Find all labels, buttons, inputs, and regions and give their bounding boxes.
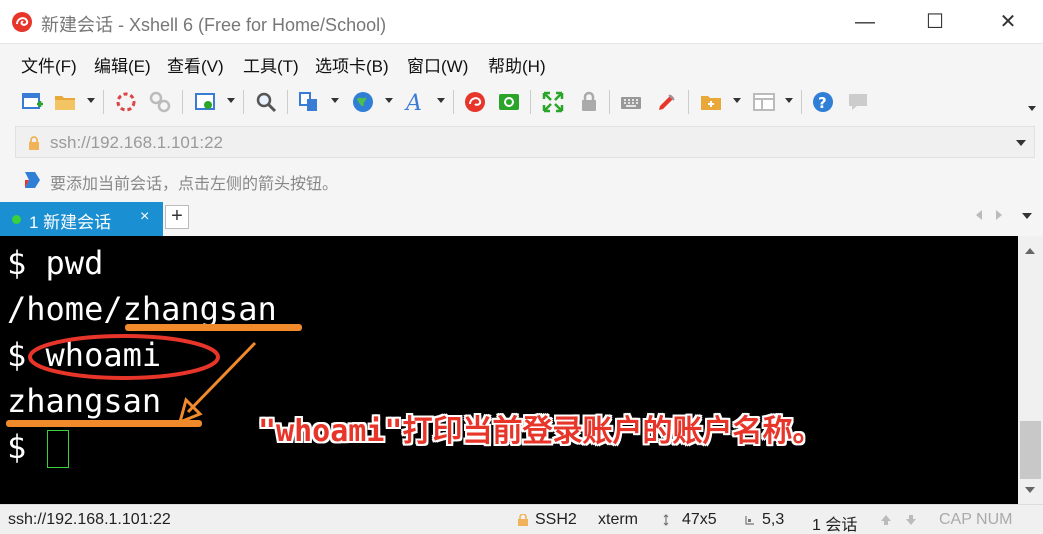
folder-dropdown-icon[interactable] bbox=[733, 98, 741, 103]
lock-icon[interactable] bbox=[577, 90, 601, 114]
toolbar-separator bbox=[453, 90, 454, 114]
padlock-icon bbox=[29, 136, 39, 150]
xftp-icon[interactable] bbox=[497, 90, 521, 114]
tab-bar: 1 新建会话 × + bbox=[0, 198, 1043, 236]
highlight-icon[interactable] bbox=[655, 90, 679, 114]
fullscreen-icon[interactable] bbox=[541, 90, 565, 114]
minimize-button[interactable]: — bbox=[830, 0, 900, 44]
toolbar-separator bbox=[801, 90, 802, 114]
svg-text:A: A bbox=[404, 91, 422, 114]
cursor-position-icon bbox=[745, 516, 754, 525]
close-button[interactable]: ✕ bbox=[973, 0, 1043, 44]
session-up-icon[interactable] bbox=[880, 514, 892, 526]
maximize-button[interactable]: ☐ bbox=[900, 0, 970, 44]
new-folder-icon[interactable] bbox=[699, 90, 723, 114]
annotation-arrow bbox=[186, 341, 257, 414]
status-bar: ssh://192.168.1.101:22 SSH2 xterm 47x5 5… bbox=[0, 504, 1043, 534]
scroll-up-icon[interactable] bbox=[1025, 248, 1035, 254]
address-bar: ssh://192.168.1.101:22 bbox=[0, 122, 1043, 162]
menu-view[interactable]: 查看(V) bbox=[167, 52, 224, 77]
copy-dropdown-icon[interactable] bbox=[331, 98, 339, 103]
status-caps-num: CAP NUM bbox=[939, 511, 1013, 528]
disconnect-icon[interactable] bbox=[148, 90, 172, 114]
menu-bar: 文件(F) 编辑(E) 查看(V) 工具(T) 选项卡(B) 窗口(W) 帮助(… bbox=[0, 44, 1043, 82]
status-cursor-position: 5,3 bbox=[762, 511, 785, 528]
status-terminal-type: xterm bbox=[598, 511, 638, 528]
layout-dropdown-icon[interactable] bbox=[785, 98, 793, 103]
highlight-ellipse bbox=[28, 334, 220, 380]
toolbar-overflow-icon[interactable] bbox=[1028, 106, 1036, 111]
menu-file[interactable]: 文件(F) bbox=[21, 52, 77, 77]
scroll-down-icon[interactable] bbox=[1025, 487, 1035, 493]
status-sessions: 1 会话 bbox=[812, 517, 858, 534]
tab-session-1[interactable]: 1 新建会话 × bbox=[0, 202, 163, 236]
menu-tools[interactable]: 工具(T) bbox=[243, 52, 299, 77]
toolbar: A ? bbox=[0, 82, 1043, 122]
menu-tab[interactable]: 选项卡(B) bbox=[315, 52, 389, 77]
toolbar-separator bbox=[530, 90, 531, 114]
xshell-logo-icon bbox=[12, 12, 32, 32]
help-icon[interactable]: ? bbox=[811, 90, 835, 114]
globe-icon[interactable] bbox=[351, 90, 375, 114]
menu-window[interactable]: 窗口(W) bbox=[407, 52, 468, 77]
menu-edit[interactable]: 编辑(E) bbox=[94, 52, 151, 77]
resize-icon bbox=[663, 514, 669, 526]
toolbar-separator bbox=[182, 90, 183, 114]
session-down-icon[interactable] bbox=[905, 514, 917, 526]
svg-text:?: ? bbox=[818, 94, 827, 112]
menu-help[interactable]: 帮助(H) bbox=[488, 52, 546, 77]
tab-scroll-right-icon[interactable] bbox=[996, 210, 1002, 220]
terminal-scrollbar[interactable] bbox=[1018, 236, 1043, 504]
status-protocol: SSH2 bbox=[535, 511, 577, 528]
font-icon[interactable]: A bbox=[404, 90, 428, 114]
toolbar-separator bbox=[609, 90, 610, 114]
scroll-thumb[interactable] bbox=[1020, 421, 1041, 479]
hint-text: 要添加当前会话，点击左侧的箭头按钮。 bbox=[50, 176, 339, 193]
properties-icon[interactable] bbox=[193, 90, 217, 114]
open-dropdown-icon[interactable] bbox=[87, 98, 95, 103]
tab-list-dropdown-icon[interactable] bbox=[1022, 213, 1032, 219]
address-value: ssh://192.168.1.101:22 bbox=[50, 133, 223, 152]
layout-icon[interactable] bbox=[752, 90, 776, 114]
toolbar-separator bbox=[287, 90, 288, 114]
status-lock-icon bbox=[518, 514, 528, 526]
properties-dropdown-icon[interactable] bbox=[227, 98, 235, 103]
new-tab-button[interactable]: + bbox=[165, 205, 189, 229]
find-icon[interactable] bbox=[254, 90, 278, 114]
annotation-text: "whoami"打印当前登录账户的账户名称。 bbox=[258, 414, 823, 449]
font-dropdown-icon[interactable] bbox=[437, 98, 445, 103]
title-bar: 新建会话 - Xshell 6 (Free for Home/School) —… bbox=[0, 0, 1043, 44]
tab-scroll-left-icon[interactable] bbox=[976, 210, 982, 220]
status-connection: ssh://192.168.1.101:22 bbox=[8, 511, 171, 528]
hint-bar: 要添加当前会话，点击左侧的箭头按钮。 bbox=[0, 162, 1043, 198]
toolbar-separator bbox=[103, 90, 104, 114]
new-session-icon[interactable] bbox=[20, 90, 44, 114]
globe-dropdown-icon[interactable] bbox=[385, 98, 393, 103]
annotation-overlay bbox=[28, 334, 257, 425]
toolbar-separator bbox=[688, 90, 689, 114]
terminal-area[interactable]: $ pwd /home/zhangsan $ whoami zhangsan $… bbox=[0, 236, 1018, 504]
open-folder-icon[interactable] bbox=[53, 90, 77, 114]
address-input[interactable]: ssh://192.168.1.101:22 bbox=[15, 126, 1035, 158]
copy-paste-icon[interactable] bbox=[297, 90, 321, 114]
xshell-icon[interactable] bbox=[463, 90, 487, 114]
bookmark-arrow-icon[interactable] bbox=[22, 170, 42, 190]
tab-label: 1 新建会话 bbox=[29, 213, 112, 232]
status-size: 47x5 bbox=[682, 511, 717, 528]
chat-icon[interactable] bbox=[846, 90, 870, 114]
tab-close-button[interactable]: × bbox=[140, 208, 149, 226]
connect-icon[interactable] bbox=[114, 90, 138, 114]
keyboard-icon[interactable] bbox=[619, 90, 643, 114]
window-title: 新建会话 - Xshell 6 (Free for Home/School) bbox=[41, 15, 387, 35]
connected-status-icon bbox=[12, 215, 21, 224]
address-dropdown-icon[interactable] bbox=[1016, 140, 1026, 146]
toolbar-separator bbox=[243, 90, 244, 114]
